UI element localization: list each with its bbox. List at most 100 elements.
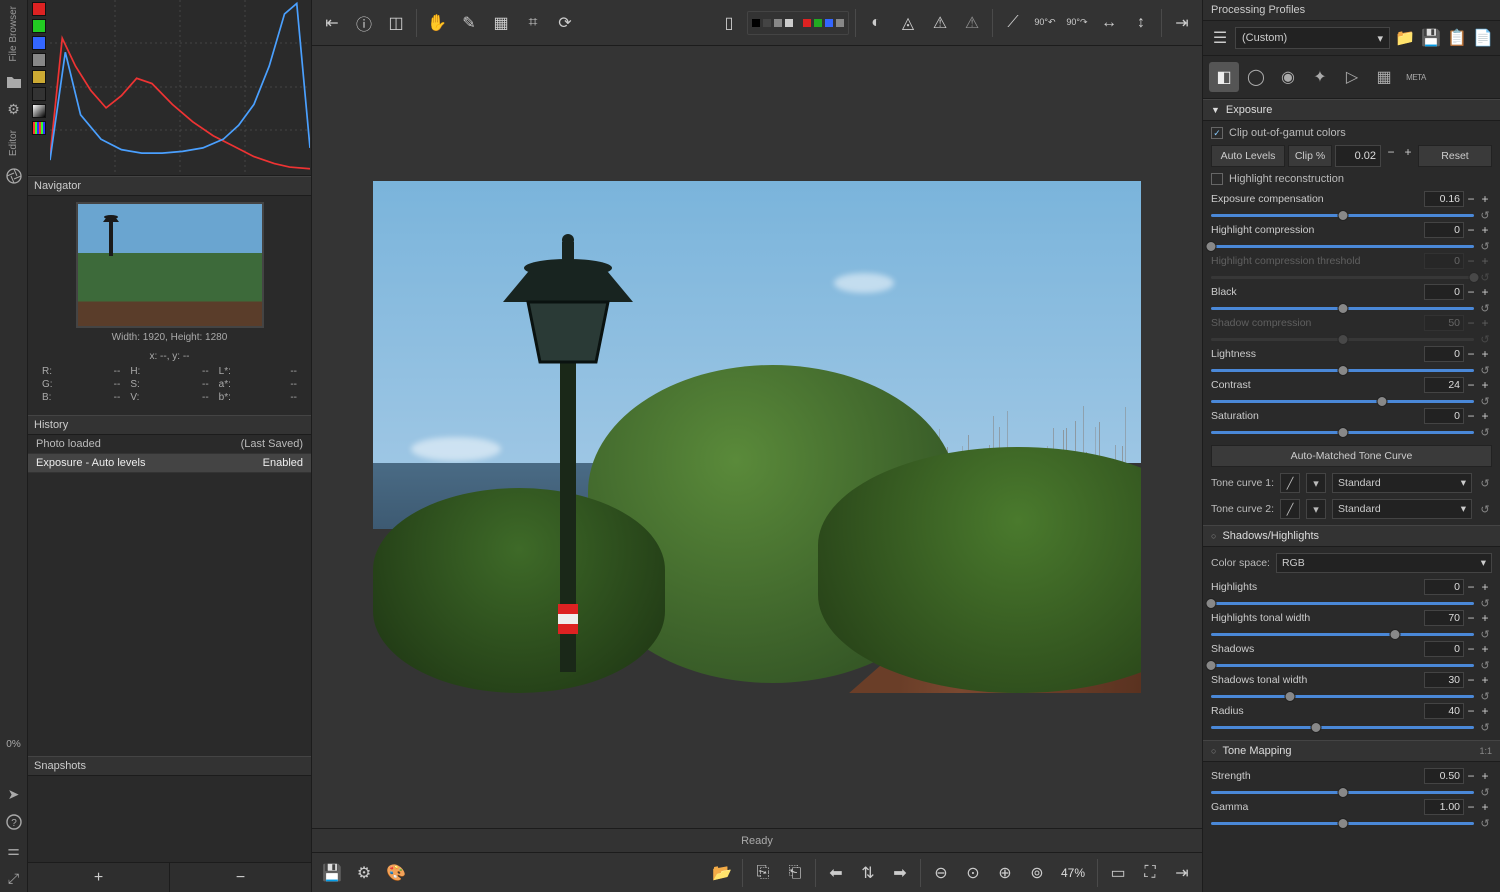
tab-exposure[interactable]: ◧ [1209, 62, 1239, 92]
tab-meta[interactable]: META [1401, 62, 1431, 92]
reset-icon[interactable]: ↺ [1478, 721, 1492, 734]
section-shadows[interactable]: ○Shadows/Highlights [1203, 525, 1500, 547]
ch-grad[interactable] [32, 104, 46, 118]
tab-detail[interactable]: ◯ [1241, 62, 1271, 92]
ch-raw[interactable] [32, 87, 46, 101]
plus-icon[interactable]: + [1478, 285, 1492, 299]
tc2-reset[interactable]: ↺ [1478, 503, 1492, 516]
rotate-left-icon[interactable]: 90°↶ [1031, 9, 1059, 37]
minus-icon[interactable]: − [1464, 192, 1478, 206]
minus-icon[interactable]: − [1464, 769, 1478, 783]
slider-saturation[interactable]: Saturation0 − + ↺ [1211, 408, 1492, 439]
reset-icon[interactable]: ↺ [1478, 597, 1492, 610]
minus-icon[interactable]: − [1464, 409, 1478, 423]
minus-icon[interactable]: − [1464, 611, 1478, 625]
plus-icon[interactable]: + [1478, 347, 1492, 361]
tab-transform[interactable]: ▷ [1337, 62, 1367, 92]
reset-icon[interactable]: ↺ [1478, 364, 1492, 377]
clip-plus[interactable]: + [1401, 145, 1415, 167]
slider-highlight-compression[interactable]: Highlight compression0 − + ↺ [1211, 222, 1492, 253]
sync-icon[interactable]: ⇅ [854, 859, 882, 887]
aperture-icon[interactable] [5, 167, 23, 185]
minus-icon[interactable]: − [1464, 704, 1478, 718]
profile-save-icon[interactable]: 💾 [1420, 27, 1442, 49]
tc2-curve-icon[interactable]: ╱ [1280, 499, 1300, 519]
plus-icon[interactable]: + [1478, 642, 1492, 656]
contrast-icon[interactable]: ◐ [862, 9, 890, 37]
slider-highlights-tonal-width[interactable]: Highlights tonal width70 − + ↺ [1211, 610, 1492, 641]
collapse-right-icon[interactable]: ⇥ [1168, 859, 1196, 887]
colorspace-select[interactable]: RGB▾ [1276, 553, 1492, 573]
paste-icon[interactable]: ⎗ [781, 859, 809, 887]
tab-raw[interactable]: ▦ [1369, 62, 1399, 92]
section-tonemap[interactable]: ○Tone Mapping1:1 [1203, 740, 1500, 762]
expand-icon[interactable]: ⤢ [5, 869, 23, 887]
file-browser-tab[interactable]: File Browser [8, 0, 19, 68]
history-item[interactable]: Photo loaded(Last Saved) [28, 435, 311, 454]
tc1-drop-icon[interactable]: ▾ [1306, 473, 1326, 493]
minus-icon[interactable]: − [1464, 673, 1478, 687]
plus-icon[interactable]: + [1478, 800, 1492, 814]
straighten-icon[interactable]: ⟳ [551, 9, 579, 37]
hand-icon[interactable]: ✋ [423, 9, 451, 37]
help-icon[interactable]: ? [5, 813, 23, 831]
tab-advanced[interactable]: ✦ [1305, 62, 1335, 92]
gear-icon[interactable]: ⚙ [5, 101, 23, 119]
profile-paste-icon[interactable]: 📄 [1472, 27, 1494, 49]
tc1-reset[interactable]: ↺ [1478, 477, 1492, 490]
tc2-drop-icon[interactable]: ▾ [1306, 499, 1326, 519]
zoom-fit-icon[interactable]: ⊙ [959, 859, 987, 887]
reset-icon[interactable]: ↺ [1478, 690, 1492, 703]
clip-minus[interactable]: − [1384, 145, 1398, 167]
zoom-out-button[interactable]: − [169, 863, 311, 892]
minus-icon[interactable]: − [1464, 580, 1478, 594]
plus-icon[interactable]: + [1478, 704, 1492, 718]
profile-load-icon[interactable]: 📁 [1394, 27, 1416, 49]
minus-icon[interactable]: − [1464, 378, 1478, 392]
minus-icon[interactable]: − [1464, 642, 1478, 656]
bg-color-picker[interactable] [747, 11, 849, 35]
sliders-icon[interactable]: ⚌ [5, 841, 23, 859]
zoom-in-button[interactable]: + [28, 863, 169, 892]
arrow-icon[interactable]: ➤ [5, 785, 23, 803]
copy-icon[interactable]: ⎘ [749, 859, 777, 887]
slider-shadows-tonal-width[interactable]: Shadows tonal width30 − + ↺ [1211, 672, 1492, 703]
reset-icon[interactable]: ↺ [1478, 302, 1492, 315]
wb-icon[interactable]: ▦ [487, 9, 515, 37]
highlight-recon-checkbox[interactable]: Highlight reconstruction [1211, 173, 1492, 185]
clip-pct-value[interactable]: 0.02 [1335, 145, 1381, 167]
ch-bars[interactable] [32, 121, 46, 135]
plus-icon[interactable]: + [1478, 673, 1492, 687]
minus-icon[interactable]: − [1464, 285, 1478, 299]
zoom-in-icon[interactable]: ⊕ [991, 859, 1019, 887]
before-after-icon[interactable]: ◫ [382, 9, 410, 37]
panel-toggle-icon[interactable]: ⇤ [318, 9, 346, 37]
profile-select[interactable]: (Custom)▾ [1235, 27, 1390, 49]
tc1-curve-icon[interactable]: ╱ [1280, 473, 1300, 493]
new-window-icon[interactable]: ▭ [1104, 859, 1132, 887]
auto-tone-button[interactable]: Auto-Matched Tone Curve [1211, 445, 1492, 467]
rotate-icon[interactable]: ⟋ [999, 9, 1027, 37]
plus-icon[interactable]: + [1478, 611, 1492, 625]
rotate-right-icon[interactable]: 90°↷ [1063, 9, 1091, 37]
section-exposure[interactable]: ▼Exposure [1203, 99, 1500, 121]
profile-copy-icon[interactable]: 📋 [1446, 27, 1468, 49]
reset-icon[interactable]: ↺ [1478, 395, 1492, 408]
slider-gamma[interactable]: Gamma1.00 − + ↺ [1211, 799, 1492, 830]
history-item[interactable]: Exposure - Auto levelsEnabled [28, 454, 311, 473]
reset-button[interactable]: Reset [1418, 145, 1492, 167]
slider-shadows[interactable]: Shadows0 − + ↺ [1211, 641, 1492, 672]
profile-mode-icon[interactable]: ☰ [1209, 27, 1231, 49]
sharpen-preview-icon[interactable]: ◬ [894, 9, 922, 37]
minus-icon[interactable]: − [1464, 223, 1478, 237]
slider-exposure-compensation[interactable]: Exposure compensation0.16 − + ↺ [1211, 191, 1492, 222]
zoom-100-icon[interactable]: ⊚ [1023, 859, 1051, 887]
navigator-thumbnail[interactable] [76, 202, 264, 328]
highlight-clip-icon[interactable]: ⚠ [926, 9, 954, 37]
reset-icon[interactable]: ↺ [1478, 628, 1492, 641]
slider-highlights[interactable]: Highlights0 − + ↺ [1211, 579, 1492, 610]
ch-green[interactable] [32, 19, 46, 33]
ch-red[interactable] [32, 2, 46, 16]
tab-color[interactable]: ◉ [1273, 62, 1303, 92]
fullscreen-icon[interactable]: ⛶ [1136, 859, 1164, 887]
